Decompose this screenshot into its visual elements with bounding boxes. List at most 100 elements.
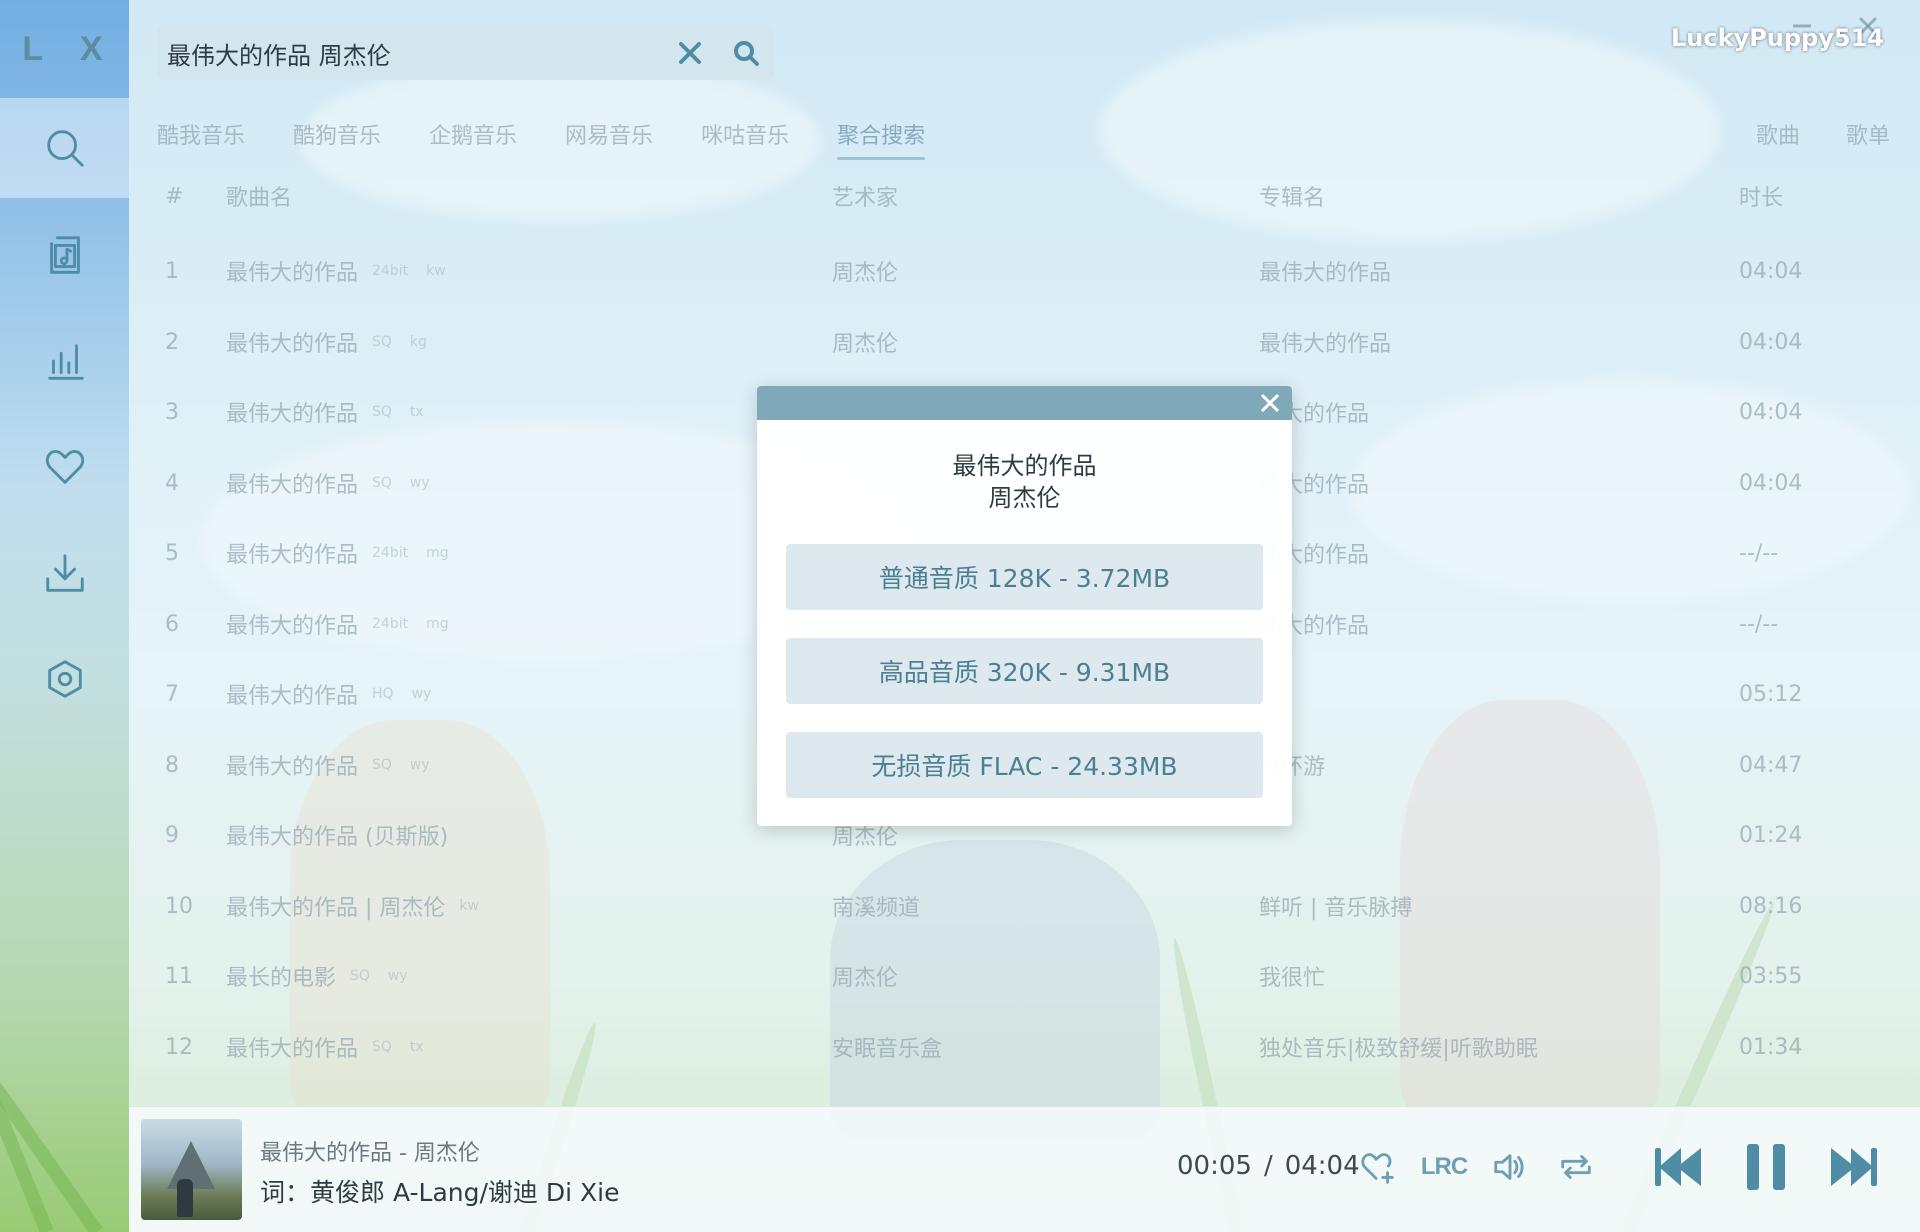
song-artist[interactable]: 周杰伦 xyxy=(832,255,1259,287)
quality-320k-button[interactable]: 高品音质 320K - 9.31MB xyxy=(786,638,1263,704)
next-button[interactable] xyxy=(1824,1137,1884,1197)
tab-kugou[interactable]: 酷狗音乐 xyxy=(293,118,381,160)
tab-kuwo[interactable]: 酷我音乐 xyxy=(157,118,245,160)
song-album[interactable]: 最伟大的作品 xyxy=(1259,255,1739,287)
table-row[interactable]: 11 最长的电影 SQ wy 周杰伦 我很忙 03:55 xyxy=(129,941,1889,1011)
tab-migu[interactable]: 咪咕音乐 xyxy=(701,118,789,160)
heart-icon xyxy=(45,450,84,484)
nav-download[interactable] xyxy=(0,523,129,623)
volume-button[interactable] xyxy=(1488,1145,1532,1189)
user-name: LuckyPuppy514 xyxy=(1671,24,1884,52)
clear-search-button[interactable] xyxy=(662,26,718,80)
search-icon xyxy=(734,41,759,66)
total-time: 04:04 xyxy=(1284,1151,1360,1181)
sidebar: L X xyxy=(0,0,129,1232)
download-quality-dialog: 最伟大的作品 周杰伦 普通音质 128K - 3.72MB 高品音质 320K … xyxy=(757,386,1292,826)
song-artist[interactable]: 南溪频道 xyxy=(832,890,1259,922)
heart-add-icon xyxy=(1361,1153,1394,1184)
quality-badge: SQ xyxy=(372,475,392,491)
row-index: 7 xyxy=(165,681,179,707)
quality-badge: SQ xyxy=(372,334,392,350)
next-icon xyxy=(1831,1148,1877,1186)
previous-button[interactable] xyxy=(1648,1137,1708,1197)
song-name-cell: 最长的电影 SQ wy xyxy=(226,960,832,992)
search-button[interactable] xyxy=(718,26,774,80)
quality-flac-button[interactable]: 无损音质 FLAC - 24.33MB xyxy=(786,732,1263,798)
source-tabs: 酷我音乐 酷狗音乐 企鹅音乐 网易音乐 咪咕音乐 聚合搜索 xyxy=(157,118,926,160)
quality-badge: SQ xyxy=(372,1039,392,1055)
add-favorite-button[interactable] xyxy=(1356,1145,1400,1189)
track-title[interactable]: 最伟大的作品 - 周杰伦 xyxy=(260,1135,480,1167)
song-duration: 05:12 xyxy=(1739,681,1803,707)
song-artist[interactable]: 周杰伦 xyxy=(832,960,1259,992)
nav-settings[interactable] xyxy=(0,629,129,729)
song-name: 最伟大的作品 xyxy=(226,402,359,427)
dialog-title-bar xyxy=(757,386,1292,420)
source-badge: tx xyxy=(409,1039,424,1055)
source-badge: wy xyxy=(409,757,430,773)
source-badge: kw xyxy=(426,263,446,279)
repeat-mode-button[interactable] xyxy=(1554,1145,1598,1189)
source-badge: kg xyxy=(409,334,427,350)
source-badge: tx xyxy=(409,404,424,420)
song-album[interactable]: 伟大的作品 xyxy=(1259,608,1739,640)
song-duration: 04:04 xyxy=(1739,470,1803,496)
row-index: 6 xyxy=(165,611,179,637)
song-album[interactable]: 我很忙 xyxy=(1259,960,1739,992)
search-input[interactable] xyxy=(167,26,662,80)
quality-badge: SQ xyxy=(372,404,392,420)
song-artist[interactable]: 安眠音乐盒 xyxy=(832,1031,1259,1063)
lrc-icon: LRC xyxy=(1420,1153,1468,1180)
table-row[interactable]: 1 最伟大的作品 24bit kw 周杰伦 最伟大的作品 04:04 xyxy=(129,236,1889,306)
song-album[interactable]: 伟大的作品 xyxy=(1259,467,1739,499)
header-duration: 时长 xyxy=(1739,186,1784,211)
song-name-cell: 最伟大的作品 SQ tx xyxy=(226,1031,832,1063)
music-file-icon xyxy=(49,236,80,274)
quality-badge: HQ xyxy=(372,686,394,702)
song-name: 最伟大的作品 xyxy=(226,614,359,639)
quality-badge: SQ xyxy=(350,968,370,984)
song-album[interactable]: 伟大的作品 xyxy=(1259,396,1739,428)
current-time: 00:05 xyxy=(1177,1151,1252,1181)
song-artist[interactable]: 周杰伦 xyxy=(832,326,1259,358)
table-row[interactable]: 10 最伟大的作品 | 周杰伦 kw 南溪频道 鲜听 | 音乐脉搏 08:16 xyxy=(129,871,1889,941)
song-album[interactable]: 伟大的作品 xyxy=(1259,537,1739,569)
song-duration: 01:34 xyxy=(1739,1034,1803,1060)
source-badge: mg xyxy=(426,545,449,561)
album-cover[interactable] xyxy=(141,1119,242,1220)
nav-song-list[interactable] xyxy=(0,205,129,305)
song-album[interactable]: 最伟大的作品 xyxy=(1259,326,1739,358)
nav-leaderboard[interactable] xyxy=(0,311,129,411)
song-album[interactable]: 独处音乐|极致舒缓|听歌助眠 xyxy=(1259,1031,1739,1063)
song-duration: 01:24 xyxy=(1739,822,1803,848)
quality-badge: 24bit xyxy=(372,616,409,632)
nav-search[interactable] xyxy=(0,98,129,198)
song-album[interactable]: 鲜听 | 音乐脉搏 xyxy=(1259,890,1739,922)
search-bar xyxy=(157,26,774,80)
quality-128k-button[interactable]: 普通音质 128K - 3.72MB xyxy=(786,544,1263,610)
lyrics-toggle-button[interactable]: LRC xyxy=(1420,1145,1468,1189)
song-name: 最伟大的作品 (贝斯版) xyxy=(226,825,449,850)
table-row[interactable]: 12 最伟大的作品 SQ tx 安眠音乐盒 独处音乐|极致舒缓|听歌助眠 01:34 xyxy=(129,1012,1889,1082)
song-name-cell: 最伟大的作品 24bit kw xyxy=(226,255,832,287)
tab-songs[interactable]: 歌曲 xyxy=(1756,118,1800,150)
tab-aggregate[interactable]: 聚合搜索 xyxy=(837,118,926,160)
tab-playlists[interactable]: 歌单 xyxy=(1846,118,1890,150)
song-duration: --/-- xyxy=(1739,611,1779,637)
tab-netease[interactable]: 网易音乐 xyxy=(565,118,653,160)
close-dialog-button[interactable] xyxy=(1258,391,1282,415)
playback-time: 00:05 / 04:04 xyxy=(1177,1151,1360,1181)
song-duration: 04:47 xyxy=(1739,752,1803,778)
tab-tencent[interactable]: 企鹅音乐 xyxy=(429,118,517,160)
source-badge: kw xyxy=(459,898,479,914)
app-logo: L X xyxy=(22,30,117,68)
row-index: 11 xyxy=(165,963,193,989)
row-index: 1 xyxy=(165,258,179,284)
nav-favorites[interactable] xyxy=(0,417,129,517)
song-name-cell: 最伟大的作品 | 周杰伦 kw xyxy=(226,890,832,922)
table-row[interactable]: 2 最伟大的作品 SQ kg 周杰伦 最伟大的作品 04:04 xyxy=(129,307,1889,377)
pause-button[interactable] xyxy=(1736,1137,1796,1197)
quality-badge: 24bit xyxy=(372,263,409,279)
row-index: 4 xyxy=(165,470,179,496)
song-album[interactable]: 风环游 xyxy=(1259,749,1739,781)
